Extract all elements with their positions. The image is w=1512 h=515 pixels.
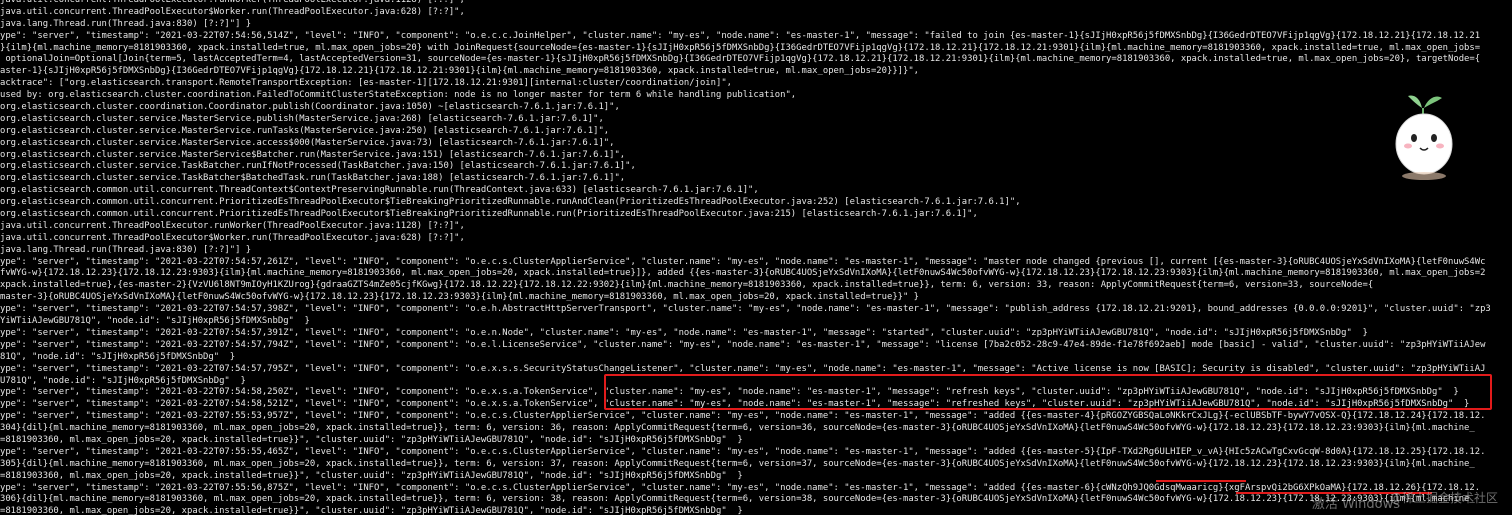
log-line: aster-1}{sJIjH0xpR56j5fDMXSnbDg}{I36Gedr…: [0, 66, 920, 77]
log-line: acktrace": ["org.elasticsearch.transport…: [0, 78, 733, 89]
log-line: 81Q", "node.id": "sJIjH0xpR56j5fDMXSnbDg…: [0, 351, 236, 362]
log-line: 304}{dil}{ml.machine_memory=8181903360, …: [0, 423, 1475, 434]
log-line: ype": "server", "timestamp": "2021-03-22…: [0, 304, 1491, 315]
activate-windows-text: 激活 Windows: [1311, 497, 1400, 512]
log-line: org.elasticsearch.cluster.service.Master…: [0, 149, 626, 160]
highlight-underline-master-5: [1156, 480, 1246, 482]
log-line: java.util.concurrent.ThreadPoolExecutor.…: [0, 0, 465, 5]
log-line: fvWYG-w}{172.18.12.23}{172.18.12.23:9303…: [0, 268, 1486, 279]
log-line: ype": "server", "timestamp": "2021-03-22…: [0, 327, 1368, 338]
log-line: org.elasticsearch.common.util.concurrent…: [0, 185, 759, 196]
log-line: ype": "server", "timestamp": "2021-03-22…: [0, 411, 1486, 422]
log-line: 306}{dil}{ml.machine_memory=8181903360, …: [0, 494, 1475, 505]
log-line: ype": "server", "timestamp": "2021-03-22…: [0, 339, 1486, 350]
log-line: ype": "server", "timestamp": "2021-03-22…: [0, 256, 1486, 267]
log-line: java.lang.Thread.run(Thread.java:830) [?…: [0, 18, 252, 29]
log-line: =8181903360, ml.max_open_jobs=20, xpack.…: [0, 470, 743, 481]
log-line: =8181903360, ml.max_open_jobs=20, xpack.…: [0, 434, 743, 445]
log-line: java.lang.Thread.run(Thread.java:830) [?…: [0, 244, 252, 255]
log-line: master-3}{oRUBC4UOSjeYxSdVnIXoMA}{letF0n…: [0, 292, 920, 303]
log-line: 305}{dil}{ml.machine_memory=8181903360, …: [0, 458, 1475, 469]
log-line: YiWTiiAJewGBU781Q", "node.id": "sJIjH0xp…: [0, 316, 310, 327]
log-line: org.elasticsearch.cluster.coordination.C…: [0, 102, 620, 113]
highlight-box-token-refresh: [604, 374, 1492, 410]
log-line: ype": "server", "timestamp": "2021-03-22…: [0, 446, 1486, 457]
log-line: java.util.concurrent.ThreadPoolExecutor.…: [0, 220, 465, 231]
terminal-log-output[interactable]: java.util.concurrent.ThreadPoolExecutor.…: [0, 0, 1512, 515]
log-line: java.util.concurrent.ThreadPoolExecutor$…: [0, 232, 465, 243]
log-line: ype": "server", "timestamp": "2021-03-22…: [0, 30, 1481, 41]
log-line: optionalJoin=Optional[Join{term=5, lastA…: [0, 54, 1481, 65]
log-line: org.elasticsearch.common.util.concurrent…: [0, 197, 1021, 208]
log-line: org.elasticsearch.cluster.service.Master…: [0, 113, 604, 124]
log-line: xpack.installed=true},{es-master-2}{VzVU…: [0, 280, 1374, 291]
watermark-text: @稀土掘金技术社区: [1389, 491, 1498, 505]
log-line: }{ilm}{ml.machine_memory=8181903360, xpa…: [0, 42, 1481, 53]
log-line: org.elasticsearch.cluster.service.TaskBa…: [0, 173, 626, 184]
log-line: org.elasticsearch.cluster.service.Master…: [0, 125, 610, 136]
log-line: org.elasticsearch.cluster.service.TaskBa…: [0, 161, 636, 172]
log-line: java.util.concurrent.ThreadPoolExecutor$…: [0, 6, 465, 17]
mascot-sticker-icon: [1384, 86, 1464, 186]
log-line: used by: org.elasticsearch.cluster.coord…: [0, 90, 797, 101]
log-line: org.elasticsearch.common.util.concurrent…: [0, 209, 978, 220]
log-line: org.elasticsearch.cluster.service.Master…: [0, 137, 615, 148]
